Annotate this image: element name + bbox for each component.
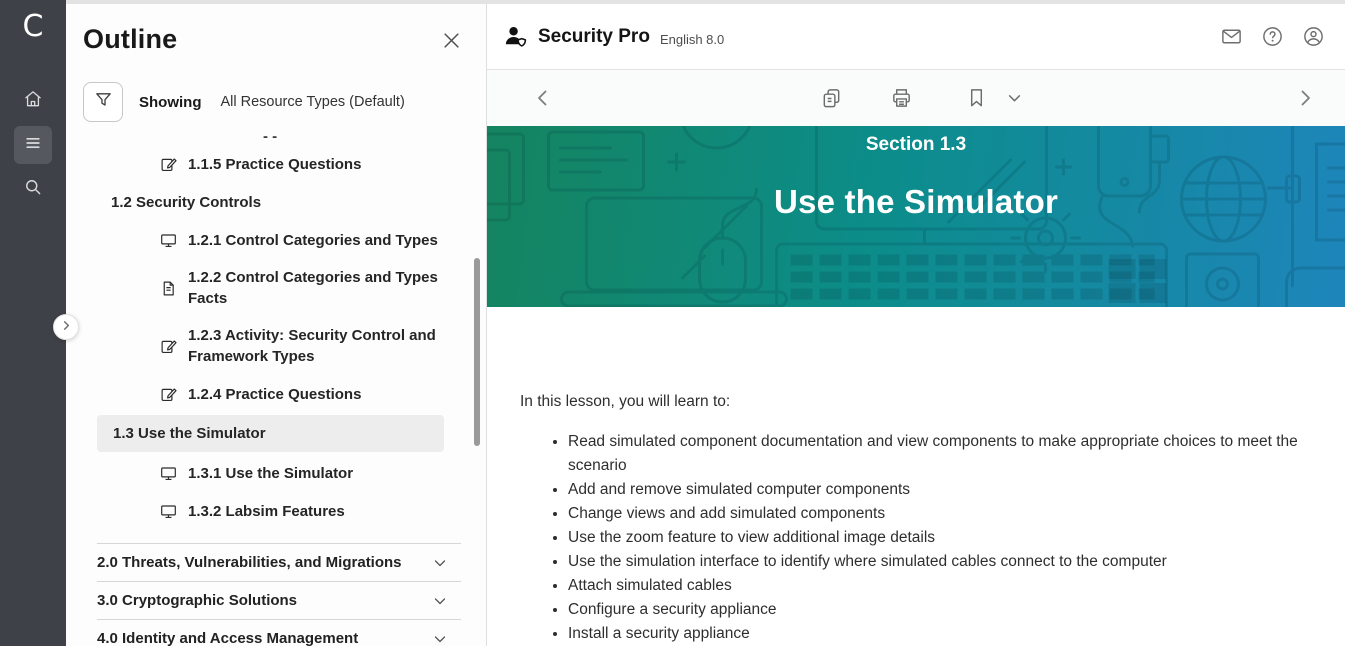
- user-shield-icon: [503, 24, 528, 49]
- lesson-objective: Change views and add simulated component…: [568, 502, 1305, 526]
- lesson-objectives-list: Read simulated component documentation a…: [520, 430, 1305, 646]
- outline-item-label: 1.2.4 Practice Questions: [188, 384, 361, 405]
- chevron-down-icon: [433, 632, 447, 646]
- monitor-icon: [160, 465, 177, 482]
- lesson-objective: Read simulated component documentation a…: [568, 430, 1305, 478]
- lesson-objective: Use the simulation interface to identify…: [568, 550, 1305, 574]
- outline-item-label: 1.3.1 Use the Simulator: [188, 463, 353, 484]
- lesson-banner: Section 1.3 Use the Simulator: [487, 126, 1345, 307]
- lesson-objective: Configure a security appliance: [568, 598, 1305, 622]
- outline-section-3-0[interactable]: 3.0 Cryptographic Solutions: [97, 581, 461, 619]
- print-button[interactable]: [890, 87, 913, 110]
- app-logo: C: [23, 12, 44, 42]
- panel-expand-button[interactable]: [53, 314, 79, 340]
- outline-section-2-0[interactable]: 2.0 Threats, Vulnerabilities, and Migrat…: [97, 543, 461, 581]
- course-header: Security Pro English 8.0: [487, 4, 1345, 70]
- outline-item-label: 1.2.2 Control Categories and Types Facts: [188, 267, 440, 309]
- main-content: Security Pro English 8.0: [487, 4, 1345, 646]
- help-button[interactable]: [1260, 25, 1284, 49]
- search-icon: [23, 177, 43, 202]
- outline-section-4-0[interactable]: 4.0 Identity and Access Management: [97, 619, 461, 646]
- outline-item-1-2-3[interactable]: 1.2.3 Activity: Security Control and Fra…: [66, 317, 486, 375]
- outline-section-label: 3.0 Cryptographic Solutions: [97, 592, 297, 609]
- filter-value[interactable]: All Resource Types (Default): [221, 94, 405, 110]
- outline-item-1-2-2[interactable]: 1.2.2 Control Categories and Types Facts: [66, 259, 486, 317]
- section-label: Section 1.3: [487, 126, 1345, 156]
- monitor-icon: [160, 232, 177, 249]
- lesson-objective: Install a security appliance: [568, 622, 1305, 646]
- lesson-title: Use the Simulator: [487, 183, 1345, 221]
- previous-page-button[interactable]: [533, 88, 553, 108]
- outline-item-1-2-1[interactable]: 1.2.1 Control Categories and Types: [66, 221, 486, 259]
- lesson-body: In this lesson, you will learn to: Read …: [487, 307, 1345, 646]
- sidebar-item-home[interactable]: [14, 82, 52, 120]
- copy-button[interactable]: [820, 87, 843, 110]
- course-edition: English 8.0: [660, 32, 724, 47]
- sidebar-item-search[interactable]: [14, 170, 52, 208]
- sidebar-item-outline[interactable]: [14, 126, 52, 164]
- lesson-objective: Attach simulated cables: [568, 574, 1305, 598]
- outline-item-label: 1.1.5 Practice Questions: [188, 154, 361, 175]
- outline-title: Outline: [83, 24, 177, 55]
- outline-panel: Outline Showing All Resource Types (Defa…: [66, 0, 487, 646]
- lesson-objective: Add and remove simulated computer compon…: [568, 478, 1305, 502]
- filter-button[interactable]: [83, 82, 123, 122]
- lesson-intro: In this lesson, you will learn to:: [520, 391, 1305, 413]
- document-icon: [160, 280, 177, 297]
- edit-icon: [160, 386, 177, 403]
- filter-funnel-icon: [94, 90, 113, 114]
- close-icon: [443, 36, 460, 53]
- bookmark-menu-button[interactable]: [1007, 91, 1022, 106]
- edit-icon: [160, 156, 177, 173]
- menu-icon: [23, 133, 43, 158]
- outline-item-1-3-2[interactable]: 1.3.2 Labsim Features: [66, 492, 486, 530]
- top-strip: [66, 0, 1345, 4]
- edit-icon: [160, 338, 177, 355]
- filter-label: Showing: [139, 94, 202, 111]
- chevron-down-icon: [433, 594, 447, 608]
- outline-item-1-2[interactable]: 1.2 Security Controls: [66, 183, 486, 221]
- lesson-toolbar: [487, 70, 1345, 126]
- outline-list: - - 1.1.5 Practice Questions 1.2 Securit…: [66, 132, 486, 646]
- outline-item-label: 1.3 Use the Simulator: [113, 425, 266, 442]
- outline-item-1-1-5[interactable]: 1.1.5 Practice Questions: [66, 145, 486, 183]
- course-title: Security Pro: [538, 26, 650, 48]
- home-icon: [23, 89, 43, 114]
- lesson-objective: Use the zoom feature to view additional …: [568, 526, 1305, 550]
- outline-item-1-3-1[interactable]: 1.3.1 Use the Simulator: [66, 454, 486, 492]
- outline-scrollbar[interactable]: [474, 258, 480, 446]
- outline-item-partial[interactable]: - -: [66, 132, 486, 145]
- mail-button[interactable]: [1219, 25, 1243, 49]
- next-page-button[interactable]: [1295, 88, 1315, 108]
- outline-item-label: 1.3.2 Labsim Features: [188, 501, 345, 522]
- bookmark-button[interactable]: [965, 87, 988, 110]
- account-button[interactable]: [1301, 25, 1325, 49]
- outline-item-1-2-4[interactable]: 1.2.4 Practice Questions: [66, 375, 486, 413]
- outline-item-1-3-selected[interactable]: 1.3 Use the Simulator: [97, 415, 444, 452]
- outline-section-label: 4.0 Identity and Access Management: [97, 630, 358, 646]
- chevron-right-icon: [61, 318, 72, 336]
- outline-item-label: 1.2.1 Control Categories and Types: [188, 230, 438, 251]
- chevron-down-icon: [433, 556, 447, 570]
- outline-item-label: 1.2 Security Controls: [111, 194, 261, 211]
- outline-item-label: 1.2.3 Activity: Security Control and Fra…: [188, 325, 440, 367]
- close-outline-button[interactable]: [443, 32, 460, 54]
- outline-section-label: 2.0 Threats, Vulnerabilities, and Migrat…: [97, 554, 402, 571]
- monitor-icon: [160, 503, 177, 520]
